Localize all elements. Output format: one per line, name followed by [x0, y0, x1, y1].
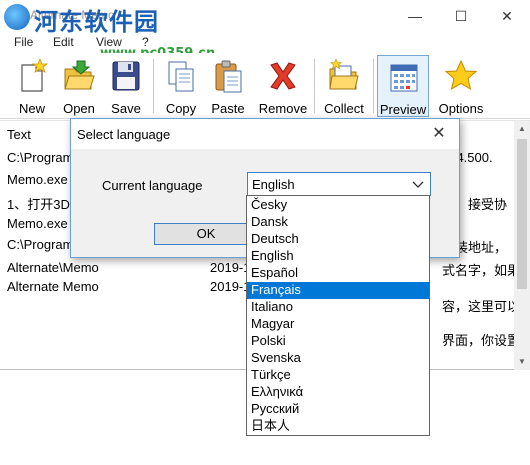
star-icon [445, 59, 477, 91]
menu-edit[interactable]: Edit [53, 35, 74, 49]
floppy-disk-icon [112, 61, 140, 91]
language-option[interactable]: Русский [247, 401, 429, 418]
dialog-title: Select language [77, 127, 171, 142]
language-option[interactable]: Italiano [247, 299, 429, 316]
paste-button[interactable]: Paste [204, 55, 252, 117]
language-option[interactable]: 日本人 [247, 418, 429, 435]
remove-label: Remove [258, 101, 308, 116]
language-option[interactable]: Magyar [247, 316, 429, 333]
save-label: Save [111, 101, 141, 116]
paste-label: Paste [211, 101, 245, 116]
language-select[interactable]: English [247, 172, 431, 196]
language-option-highlighted[interactable]: Français [247, 282, 429, 299]
collect-folder-icon [329, 59, 359, 90]
language-option[interactable]: Ελληνικά [247, 384, 429, 401]
red-x-icon [270, 62, 296, 90]
options-label: Options [438, 101, 484, 116]
language-option[interactable]: Svenska [247, 350, 429, 367]
title-bar: Alternate Memo 河东软件园 — ☐ ✕ [0, 0, 530, 36]
collect-label: Collect [324, 101, 364, 116]
current-language-label: Current language [102, 178, 203, 193]
menu-file[interactable]: File [14, 35, 33, 49]
window-controls: — ☐ ✕ [392, 0, 530, 32]
language-dropdown-list[interactable]: Česky Dansk Deutsch English Español Fran… [246, 195, 430, 436]
options-button[interactable]: Options [437, 55, 485, 117]
language-option[interactable]: Česky [247, 197, 429, 214]
maximize-button[interactable]: ☐ [438, 0, 484, 32]
language-option[interactable]: Dansk [247, 214, 429, 231]
remove-button[interactable]: Remove [259, 55, 307, 117]
scroll-down-icon[interactable]: ▼ [514, 354, 530, 370]
language-option[interactable]: Deutsch [247, 231, 429, 248]
language-option[interactable]: Türkçe [247, 367, 429, 384]
paste-clipboard-icon [215, 60, 242, 93]
new-document-icon [21, 59, 48, 92]
toolbar: New Open Save Copy Paste Remove Collect … [0, 53, 530, 119]
preview-button[interactable]: Preview [377, 55, 429, 117]
preview-label: Preview [379, 102, 427, 117]
list-scrollbar[interactable]: ▲ ▼ [514, 121, 530, 370]
close-window-button[interactable]: ✕ [484, 0, 530, 32]
language-option[interactable]: English [247, 248, 429, 265]
open-folder-icon [64, 60, 95, 90]
language-select-value: English [252, 177, 295, 192]
collect-button[interactable]: Collect [320, 55, 368, 117]
save-button[interactable]: Save [102, 55, 150, 117]
chevron-down-icon [412, 181, 424, 188]
menu-bar: File Edit View ? [0, 32, 530, 52]
calendar-preview-icon [390, 64, 418, 92]
language-option[interactable]: Español [247, 265, 429, 282]
dialog-title-bar: Select language [71, 119, 459, 149]
minimize-button[interactable]: — [392, 0, 438, 32]
language-option[interactable]: Polski [247, 333, 429, 350]
scroll-up-icon[interactable]: ▲ [514, 121, 530, 137]
dialog-close-button[interactable]: ✕ [419, 119, 459, 149]
ok-button[interactable]: OK [154, 223, 258, 245]
copy-pages-icon [168, 61, 194, 92]
watermark-logo-icon [4, 4, 30, 30]
scroll-thumb[interactable] [517, 139, 527, 289]
